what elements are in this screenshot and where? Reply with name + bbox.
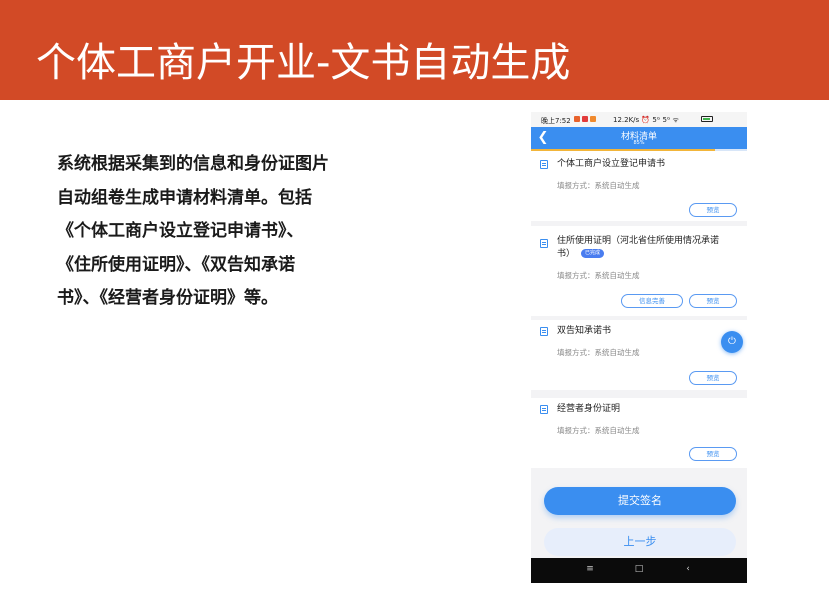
item-title: 经营者身份证明 (557, 404, 621, 414)
preview-button[interactable]: 预览 (689, 294, 737, 308)
slide-header: 个体工商户开业-文书自动生成 (0, 0, 829, 100)
status-bar: 晚上7:52 12.2K/s ⏰ 5ᴳ 5ᴳ ᯤ (531, 112, 747, 127)
system-nav-bar: ≡ □ ‹ (531, 558, 747, 583)
preview-button[interactable]: 预览 (689, 447, 737, 461)
home-icon[interactable]: □ (633, 564, 645, 574)
description-line: 系统根据采集到的信息和身份证图片 (57, 154, 329, 174)
description-line: 书》、《经营者身份证明》等。 (57, 288, 278, 308)
preview-button[interactable]: 预览 (689, 371, 737, 385)
back-icon[interactable]: ‹ (682, 564, 694, 574)
preview-button[interactable]: 预览 (689, 203, 737, 217)
phone-screenshot: 晚上7:52 12.2K/s ⏰ 5ᴳ 5ᴳ ᯤ ❮ 材料清单 85% 个体工商… (531, 112, 747, 583)
document-icon (540, 405, 548, 414)
menu-icon[interactable]: ≡ (584, 564, 596, 574)
slide-title: 个体工商户开业-文书自动生成 (36, 40, 571, 86)
notification-icon (582, 116, 588, 122)
nav-bar: ❮ 材料清单 85% (531, 127, 747, 149)
description-line: 《住所使用证明》、《双告知承诺 (57, 254, 295, 275)
document-icon (540, 239, 548, 248)
submit-signature-button[interactable]: 提交签名 (544, 487, 736, 515)
status-indicators: 12.2K/s ⏰ 5ᴳ 5ᴳ ᯤ (613, 116, 679, 124)
item-fill-method: 填报方式：系统自动生成 (557, 426, 640, 435)
material-item: 住所使用证明（河北省住所使用情况承诺书） 已完成 填报方式：系统自动生成 信息完善… (531, 226, 747, 316)
notification-icon (574, 116, 580, 122)
status-time: 晚上7:52 (541, 117, 571, 125)
item-title: 个体工商户设立登记申请书 (557, 159, 666, 169)
notification-icon (590, 116, 596, 122)
item-title: 双告知承诺书 (557, 326, 612, 336)
material-item: 个体工商户设立登记申请书 填报方式：系统自动生成 预览 (531, 151, 747, 221)
document-icon (540, 327, 548, 336)
info-complete-button[interactable]: 信息完善 (621, 294, 683, 308)
progress-label: 85% (633, 140, 645, 146)
item-fill-method: 填报方式：系统自动生成 (557, 348, 640, 357)
status-badge: 已完成 (581, 249, 605, 258)
item-fill-method: 填报方式：系统自动生成 (557, 181, 640, 190)
description-text: 系统根据采集到的信息和身份证图片 自动组卷生成申请材料清单。包括 《个体工商户设… (57, 148, 357, 316)
description-line: 《个体工商户设立登记申请书》、 (57, 221, 304, 241)
material-item: 经营者身份证明 填报方式：系统自动生成 预览 (531, 398, 747, 468)
description-line: 自动组卷生成申请材料清单。包括 (57, 187, 312, 208)
item-title: 住所使用证明（河北省住所使用情况承诺书） 已完成 (557, 235, 729, 261)
power-icon[interactable]: ⏻ (721, 331, 743, 353)
document-icon (540, 160, 548, 169)
battery-icon (701, 116, 713, 122)
previous-step-button[interactable]: 上一步 (544, 528, 736, 556)
material-item: 双告知承诺书 填报方式：系统自动生成 预览 (531, 320, 747, 390)
item-fill-method: 填报方式：系统自动生成 (557, 271, 640, 280)
